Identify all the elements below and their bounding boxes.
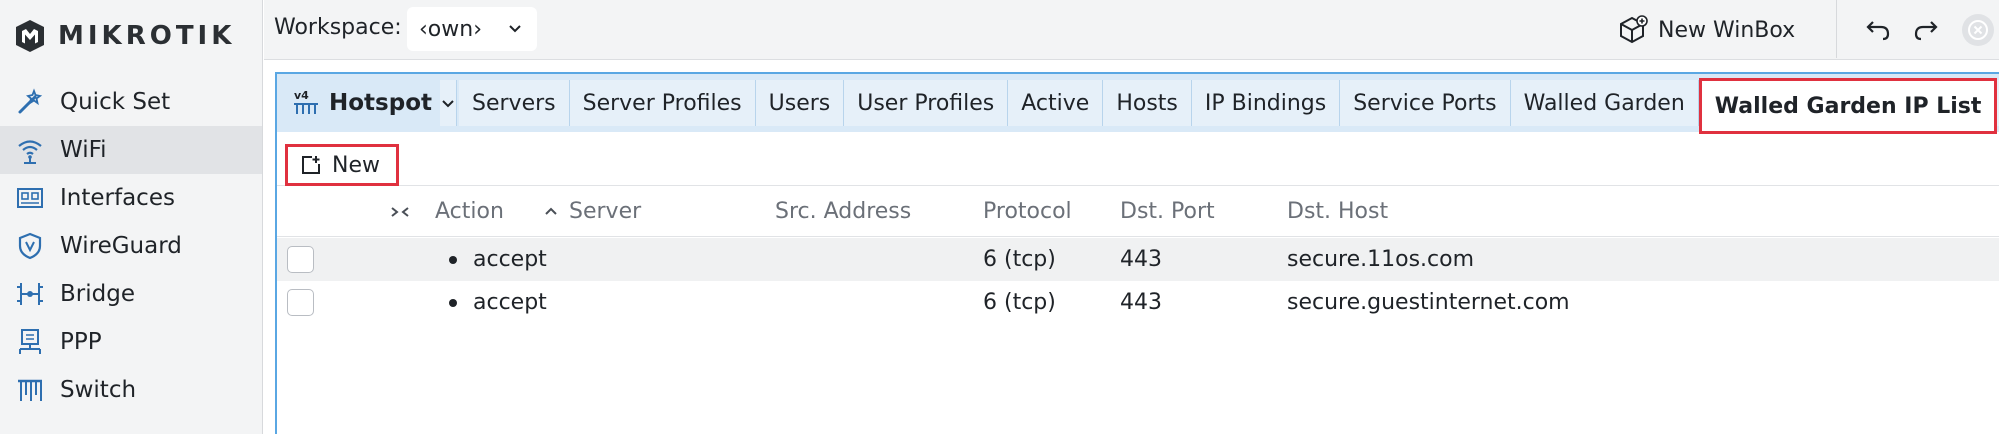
table-row[interactable]: accept 6 (tcp) 443 secure.11os.com	[277, 238, 1999, 281]
chevron-down-icon	[509, 25, 521, 33]
column-header-dst-port[interactable]: Dst. Port	[1120, 199, 1215, 224]
table-header: Action Server Src. Address Protocol Dst.…	[277, 187, 1999, 237]
column-header-src-address[interactable]: Src. Address	[775, 199, 911, 224]
toolbar-divider	[1836, 0, 1837, 58]
winbox-app: MIKROTIK Quick Set WiFi Interfaces WireG…	[0, 0, 1999, 434]
sidebar-item-wireguard[interactable]: WireGuard	[0, 222, 262, 270]
sidebar-item-bridge[interactable]: Bridge	[0, 270, 262, 318]
sidebar-item-label: Switch	[60, 377, 137, 403]
sidebar-item-label: PPP	[60, 329, 102, 355]
table-body: accept 6 (tcp) 443 secure.11os.com accep…	[277, 238, 1999, 324]
sidebar-nav: Quick Set WiFi Interfaces WireGuard Brid…	[0, 78, 262, 414]
window-title: v4 Hotspot	[283, 80, 440, 126]
tab-service-ports[interactable]: Service Ports	[1340, 80, 1511, 126]
cell-dst-host: secure.guestinternet.com	[1287, 290, 1570, 315]
tab-menu-button[interactable]	[440, 80, 457, 126]
brand-name: MIKROTIK	[58, 21, 236, 51]
row-checkbox[interactable]	[287, 246, 314, 273]
ppp-icon	[14, 326, 46, 358]
brand-logo: MIKROTIK	[12, 16, 235, 56]
quick-set-icon	[14, 86, 46, 118]
hotspot-window: v4 Hotspot Servers Server Profiles Users…	[275, 72, 1999, 434]
column-header-protocol[interactable]: Protocol	[983, 199, 1072, 224]
close-icon[interactable]	[1962, 14, 1994, 46]
new-winbox-button[interactable]: New WinBox	[1616, 12, 1795, 48]
bridge-icon	[14, 278, 46, 310]
tab-ip-bindings[interactable]: IP Bindings	[1191, 80, 1341, 126]
cell-action: accept	[473, 290, 547, 315]
cell-dst-host: secure.11os.com	[1287, 247, 1475, 272]
sidebar-item-switch[interactable]: Switch	[0, 366, 262, 414]
cell-protocol: 6 (tcp)	[983, 247, 1056, 272]
tab-hosts[interactable]: Hosts	[1103, 80, 1192, 126]
sidebar-item-wifi[interactable]: WiFi	[0, 126, 262, 174]
table-row[interactable]: accept 6 (tcp) 443 secure.guestinternet.…	[277, 281, 1999, 324]
tab-active[interactable]: Active	[1008, 80, 1104, 126]
mikrotik-logo-icon	[16, 20, 44, 52]
sidebar-item-interfaces[interactable]: Interfaces	[0, 174, 262, 222]
new-item-icon	[302, 156, 320, 174]
workspace-select[interactable]: ‹own›	[407, 7, 537, 51]
cube-plus-icon	[1620, 15, 1648, 44]
sidebar-item-label: Bridge	[60, 281, 135, 307]
sort-ascending-icon[interactable]	[543, 203, 559, 219]
row-checkbox[interactable]	[287, 289, 314, 316]
wireguard-icon	[14, 230, 46, 262]
tab-bar: v4 Hotspot Servers Server Profiles Users…	[277, 74, 1999, 134]
chevron-down-icon	[442, 100, 454, 108]
column-header-server[interactable]: Server	[569, 199, 641, 224]
sidebar-item-label: Interfaces	[60, 185, 175, 211]
tab-walled-garden[interactable]: Walled Garden	[1510, 80, 1699, 126]
list-toolbar: New	[277, 134, 1999, 186]
enabled-dot-icon	[449, 256, 457, 264]
interfaces-icon	[14, 182, 46, 214]
tab-server-profiles[interactable]: Server Profiles	[569, 80, 756, 126]
svg-text:v4: v4	[294, 89, 309, 102]
new-button-label: New	[332, 152, 380, 178]
sidebar-item-label: Quick Set	[60, 89, 171, 115]
undo-icon[interactable]	[1864, 16, 1892, 44]
cell-protocol: 6 (tcp)	[983, 290, 1056, 315]
sidebar-item-label: WiFi	[60, 137, 107, 163]
switch-icon	[14, 374, 46, 406]
window-title-text: Hotspot	[329, 90, 432, 116]
column-header-action[interactable]: Action	[435, 199, 504, 224]
collapse-columns-icon[interactable]	[389, 201, 411, 223]
tab-servers[interactable]: Servers	[459, 80, 570, 126]
tab-user-profiles[interactable]: User Profiles	[844, 80, 1009, 126]
new-button[interactable]: New	[285, 144, 399, 186]
tab-walled-garden-ip-list[interactable]: Walled Garden IP List	[1698, 78, 1998, 134]
sidebar-item-label: WireGuard	[60, 233, 182, 259]
tab-users[interactable]: Users	[755, 80, 845, 126]
sidebar-item-ppp[interactable]: PPP	[0, 318, 262, 366]
enabled-dot-icon	[449, 299, 457, 307]
cell-action: accept	[473, 247, 547, 272]
top-bar: Workspace: ‹own› New WinBox	[264, 0, 1999, 60]
cell-dst-port: 443	[1120, 290, 1162, 315]
sidebar: MIKROTIK Quick Set WiFi Interfaces WireG…	[0, 0, 263, 434]
new-winbox-label: New WinBox	[1658, 17, 1796, 43]
redo-icon[interactable]	[1912, 16, 1940, 44]
workspace-value: ‹own›	[419, 16, 482, 42]
column-header-dst-host[interactable]: Dst. Host	[1287, 199, 1388, 224]
wifi-icon	[14, 134, 46, 166]
hotspot-v4-icon: v4	[294, 89, 318, 114]
sidebar-item-quick-set[interactable]: Quick Set	[0, 78, 262, 126]
workspace-label: Workspace:	[274, 15, 402, 40]
cell-dst-port: 443	[1120, 247, 1162, 272]
